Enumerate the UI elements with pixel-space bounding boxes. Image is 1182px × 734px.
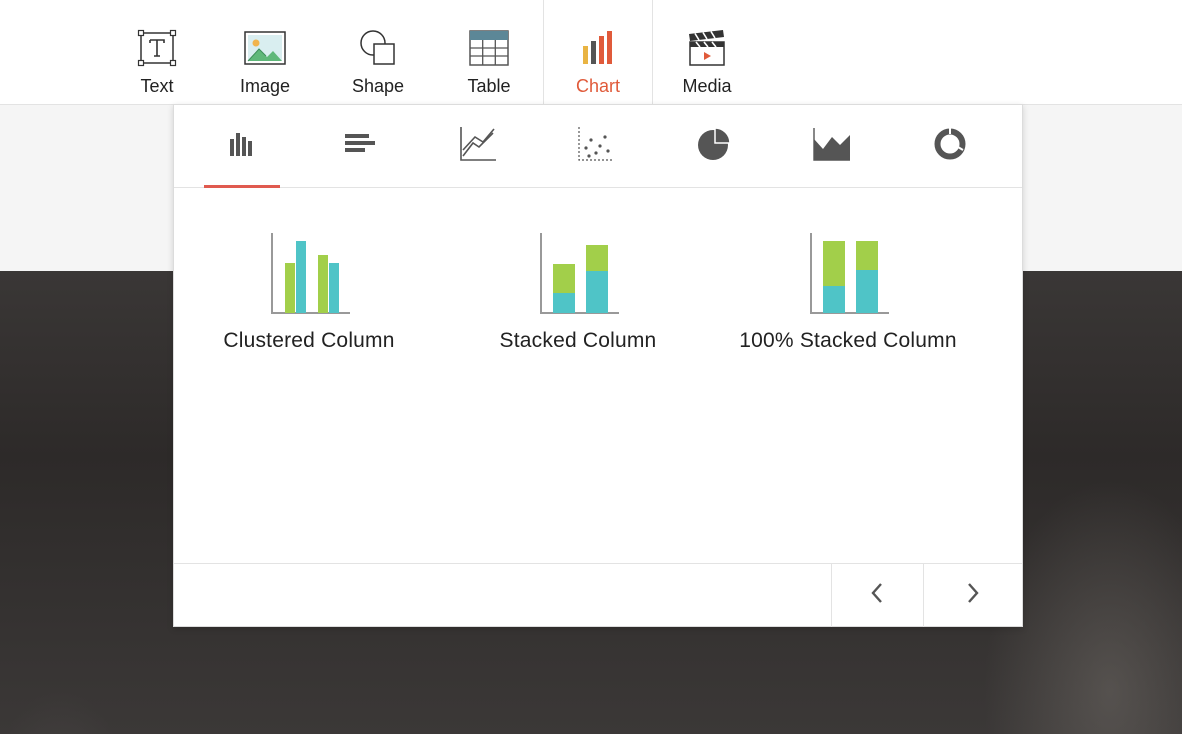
option-clustered-column-label: Clustered Column [223, 329, 395, 352]
toolbar-text-button[interactable]: Text [103, 0, 211, 104]
toolbar-image-label: Image [239, 76, 291, 96]
option-stacked-column-label: Stacked Column [499, 329, 657, 352]
toolbar-table-label: Table [467, 76, 511, 96]
tab-scatter-chart[interactable] [558, 105, 634, 187]
shape-icon [356, 26, 400, 70]
percent-stacked-column-icon [806, 231, 890, 315]
chart-type-tabs [174, 105, 1022, 188]
insert-toolbar: Text Image Shape Table Chart Media [0, 0, 1182, 106]
column-chart-icon [228, 130, 256, 163]
clustered-column-icon [267, 231, 351, 315]
chart-picker-footer [174, 563, 1022, 627]
pie-chart-icon [696, 126, 732, 167]
toolbar-image-button[interactable]: Image [211, 0, 319, 104]
chart-icon [576, 26, 620, 70]
toolbar-media-button[interactable]: Media [653, 0, 761, 104]
toolbar-chart-label: Chart [575, 76, 620, 96]
toolbar-table-button[interactable]: Table [435, 0, 543, 104]
bar-chart-icon [344, 132, 376, 161]
toolbar-text-label: Text [140, 76, 174, 96]
text-box-icon [135, 26, 179, 70]
option-100-stacked-column[interactable]: 100% Stacked Column [723, 231, 973, 353]
image-icon [243, 26, 287, 70]
tab-area-chart[interactable] [794, 105, 870, 187]
toolbar-shape-button[interactable]: Shape [324, 0, 432, 104]
toolbar-shape-label: Shape [351, 76, 405, 96]
tab-doughnut-chart[interactable] [912, 105, 988, 187]
scatter-chart-icon [577, 126, 615, 167]
tab-pie-chart[interactable] [676, 105, 752, 187]
option-stacked-column[interactable]: Stacked Column [453, 231, 703, 353]
tab-line-chart[interactable] [440, 105, 516, 187]
option-100-stacked-column-label: 100% Stacked Column [739, 329, 957, 352]
previous-page-button[interactable] [831, 564, 922, 627]
tab-bar-chart[interactable] [322, 105, 398, 187]
line-chart-icon [459, 126, 497, 167]
table-icon [467, 26, 511, 70]
clapperboard-icon [685, 26, 729, 70]
chevron-left-icon [870, 582, 884, 609]
toolbar-chart-button[interactable]: Chart [543, 0, 653, 106]
doughnut-chart-icon [932, 126, 968, 167]
chevron-right-icon [966, 582, 980, 609]
next-page-button[interactable] [923, 564, 1022, 627]
tab-column-chart[interactable] [204, 105, 280, 188]
stacked-column-icon [536, 231, 620, 315]
chart-picker-panel: Clustered Column Stacked Column 100% Sta [173, 104, 1023, 627]
option-clustered-column[interactable]: Clustered Column [184, 231, 434, 353]
area-chart-icon [813, 127, 851, 166]
toolbar-media-label: Media [682, 76, 732, 96]
